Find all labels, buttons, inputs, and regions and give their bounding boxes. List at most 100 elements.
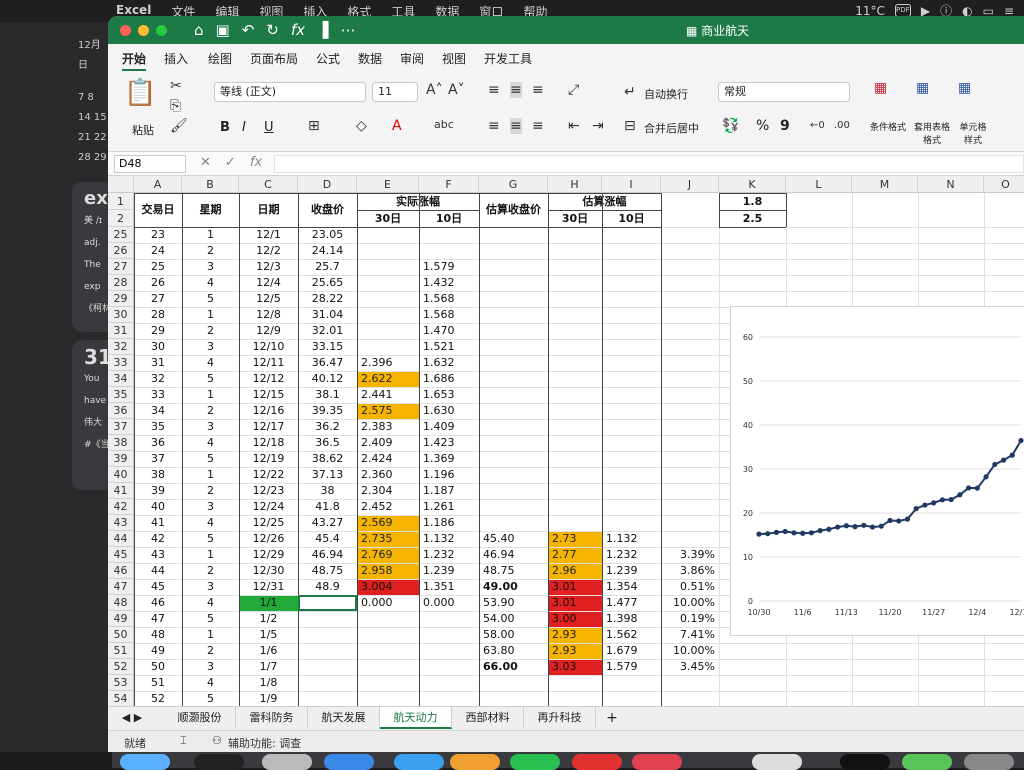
cell-b51[interactable]: 2 — [182, 643, 239, 659]
cell-c52[interactable]: 1/7 — [239, 659, 298, 675]
row-header[interactable]: 44 — [108, 531, 134, 547]
cell-b48[interactable]: 4 — [182, 595, 239, 611]
cell-b42[interactable]: 3 — [182, 499, 239, 515]
cell-c51[interactable]: 1/6 — [239, 643, 298, 659]
header-actual-change[interactable]: 实际涨幅 — [357, 193, 479, 210]
cell-a33[interactable]: 31 — [134, 355, 182, 371]
cell-h46[interactable]: 2.96 — [548, 563, 602, 579]
cell-a26[interactable]: 24 — [134, 243, 182, 259]
cell-a45[interactable]: 43 — [134, 547, 182, 563]
cell-d33[interactable]: 36.47 — [298, 355, 357, 371]
cell-i51[interactable]: 1.679 — [602, 643, 661, 659]
cell-a48[interactable]: 46 — [134, 595, 182, 611]
cell-i49[interactable]: 1.398 — [602, 611, 661, 627]
paste-icon[interactable]: 📋 — [124, 78, 156, 108]
line-chart[interactable]: 0 10 20 30 40 50 60 10/30 11/6 11/13 11/20 11/27 12/… — [730, 306, 1024, 636]
row-header[interactable]: 49 — [108, 611, 134, 627]
cell-b53[interactable]: 4 — [182, 675, 239, 691]
cell-d45[interactable]: 46.94 — [298, 547, 357, 563]
cell-b38[interactable]: 4 — [182, 435, 239, 451]
cell-j51[interactable]: 10.00% — [661, 643, 719, 659]
cell-a51[interactable]: 49 — [134, 643, 182, 659]
cell-b35[interactable]: 1 — [182, 387, 239, 403]
align-middle-icon[interactable]: ≡ — [510, 82, 522, 98]
align-left-icon[interactable]: ≡ — [488, 118, 500, 134]
cell-c26[interactable]: 12/2 — [239, 243, 298, 259]
cell-g50[interactable]: 58.00 — [479, 627, 548, 643]
row-header[interactable]: 29 — [108, 291, 134, 307]
cell-c53[interactable]: 1/8 — [239, 675, 298, 691]
cell-b31[interactable]: 2 — [182, 323, 239, 339]
cell-i45[interactable]: 1.232 — [602, 547, 661, 563]
cell-a46[interactable]: 44 — [134, 563, 182, 579]
column-header-i[interactable]: I — [602, 176, 661, 193]
increase-font-icon[interactable]: A˄ — [426, 82, 443, 98]
cancel-icon[interactable]: ✕ — [200, 155, 211, 170]
number-format-select[interactable]: 常规 — [718, 82, 850, 102]
cell-b33[interactable]: 4 — [182, 355, 239, 371]
ribbon-tab[interactable]: 开始 — [122, 50, 147, 71]
cell-d25[interactable]: 23.05 — [298, 227, 357, 243]
cell-e37[interactable]: 2.383 — [357, 419, 419, 435]
cell-a30[interactable]: 28 — [134, 307, 182, 323]
cell-j45[interactable]: 3.39% — [661, 547, 719, 563]
cell-d44[interactable]: 45.4 — [298, 531, 357, 547]
header-trade-day[interactable]: 交易日 — [134, 193, 182, 227]
cell-h44[interactable]: 2.73 — [548, 531, 602, 547]
row-header[interactable]: 31 — [108, 323, 134, 339]
row-header[interactable]: 43 — [108, 515, 134, 531]
formula-input[interactable] — [274, 155, 1024, 173]
selected-cell-d48[interactable] — [298, 595, 357, 611]
ribbon-tab[interactable]: 插入 — [164, 50, 188, 67]
row-header[interactable]: 51 — [108, 643, 134, 659]
cell-i50[interactable]: 1.562 — [602, 627, 661, 643]
accounting-icon[interactable]: 💱 — [722, 118, 739, 134]
ribbon-tab[interactable]: 开发工具 — [484, 50, 532, 67]
sheet-tab[interactable]: 雷科防务 — [236, 707, 308, 729]
bold-button[interactable]: B — [220, 120, 230, 135]
cell-c36[interactable]: 12/16 — [239, 403, 298, 419]
row-header[interactable]: 26 — [108, 243, 134, 259]
cell-b54[interactable]: 5 — [182, 691, 239, 706]
cell-a43[interactable]: 41 — [134, 515, 182, 531]
sheet-tab[interactable]: 航天发展 — [308, 707, 380, 729]
cell-b29[interactable]: 5 — [182, 291, 239, 307]
indent-icon[interactable]: ⇥ — [592, 118, 604, 134]
cell-e47[interactable]: 3.004 — [357, 579, 419, 595]
paste-label[interactable]: 粘贴 — [132, 122, 154, 138]
cell-b26[interactable]: 2 — [182, 243, 239, 259]
column-header-l[interactable]: L — [786, 176, 852, 193]
row-header[interactable]: 52 — [108, 659, 134, 675]
merge-center-button[interactable]: 合并后居中 — [644, 120, 699, 136]
cell-d39[interactable]: 38.62 — [298, 451, 357, 467]
conditional-format-button[interactable]: 条件格式 — [870, 120, 906, 133]
k2-value[interactable]: 2.5 — [719, 210, 786, 227]
align-center-icon[interactable]: ≡ — [510, 118, 522, 134]
header-close-price[interactable]: 收盘价 — [298, 193, 357, 227]
cell-a27[interactable]: 25 — [134, 259, 182, 275]
cell-a36[interactable]: 34 — [134, 403, 182, 419]
row-header[interactable]: 53 — [108, 675, 134, 691]
row-header[interactable]: 36 — [108, 403, 134, 419]
row-header[interactable]: 2 — [108, 210, 134, 227]
cell-g46[interactable]: 48.75 — [479, 563, 548, 579]
row-header[interactable]: 47 — [108, 579, 134, 595]
cell-e43[interactable]: 2.569 — [357, 515, 419, 531]
cell-f31[interactable]: 1.470 — [419, 323, 479, 339]
cell-b46[interactable]: 2 — [182, 563, 239, 579]
format-painter-icon[interactable]: 🖌 — [170, 118, 188, 134]
cell-f46[interactable]: 1.239 — [419, 563, 479, 579]
cell-e48[interactable]: 0.000 — [357, 595, 419, 611]
cell-b27[interactable]: 3 — [182, 259, 239, 275]
row-header[interactable]: 30 — [108, 307, 134, 323]
cell-c45[interactable]: 12/29 — [239, 547, 298, 563]
cell-h45[interactable]: 2.77 — [548, 547, 602, 563]
cell-d46[interactable]: 48.75 — [298, 563, 357, 579]
percent-button[interactable]: % — [756, 118, 769, 134]
cell-f39[interactable]: 1.369 — [419, 451, 479, 467]
header-actual-30d[interactable]: 30日 — [357, 210, 419, 227]
cell-f37[interactable]: 1.409 — [419, 419, 479, 435]
cell-f29[interactable]: 1.568 — [419, 291, 479, 307]
add-sheet-button[interactable]: + — [600, 707, 624, 729]
cell-a53[interactable]: 51 — [134, 675, 182, 691]
